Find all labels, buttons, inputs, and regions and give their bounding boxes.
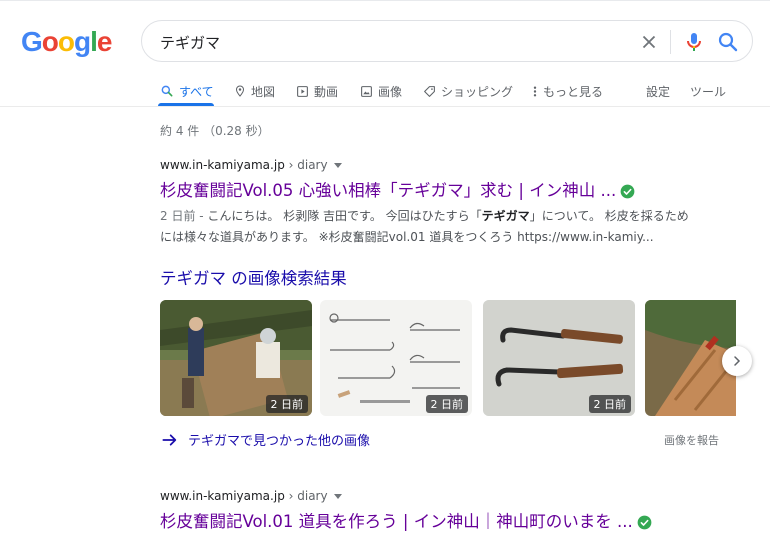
- tab-videos-label: 動画: [314, 84, 339, 99]
- tab-shopping-label: ショッピング: [441, 84, 514, 99]
- tab-images-label: 画像: [378, 84, 403, 99]
- top-border: [0, 0, 770, 1]
- google-logo[interactable]: Google: [21, 26, 113, 58]
- tab-maps-label: 地図: [251, 84, 276, 99]
- snippet-text-pre: こんにちは。 杉剥隊 吉田です。 今回はひたすら「: [207, 209, 482, 223]
- search-box[interactable]: [141, 20, 753, 62]
- search-input[interactable]: [160, 31, 600, 53]
- tag-icon: [424, 85, 435, 97]
- result-stats: 約 4 件 （0.28 秒）: [160, 124, 270, 138]
- tab-tools[interactable]: ツール: [690, 80, 726, 102]
- more-vert-icon: [533, 86, 537, 96]
- carousel-next-button[interactable]: [722, 346, 752, 376]
- tab-settings-label: 設定: [646, 84, 671, 99]
- result-cite[interactable]: www.in-kamiyama.jp › diary: [160, 488, 720, 504]
- verified-check-icon: [637, 515, 652, 529]
- play-icon: [297, 85, 308, 97]
- result-domain: www.in-kamiyama.jp: [160, 489, 285, 503]
- tab-all[interactable]: すべて: [160, 80, 214, 102]
- tab-all-label: すべて: [179, 84, 214, 99]
- result-domain: www.in-kamiyama.jp: [160, 158, 285, 172]
- search-icon[interactable]: [716, 30, 740, 54]
- tabs-divider: [0, 106, 770, 107]
- image-date-badge: 2 日前: [588, 395, 631, 413]
- search-icon: [161, 85, 173, 97]
- image-date-badge: 2 日前: [265, 395, 308, 413]
- arrow-right-icon: [162, 433, 177, 446]
- logo-letter-e: e: [96, 26, 113, 57]
- search-tabs: すべて 地図 動画 画像 ショッピング もっと見る 設定 ツール: [0, 80, 770, 108]
- image-thumbnail[interactable]: 2 日前: [483, 300, 635, 416]
- chevron-right-icon: [734, 356, 741, 366]
- logo-letter-g: G: [21, 26, 43, 57]
- image-carousel: 2 日前 2 日前 2 日前: [160, 300, 736, 416]
- image-thumbnail[interactable]: 2 日前: [160, 300, 312, 416]
- logo-letter-l: l: [90, 26, 98, 57]
- search-result-2: www.in-kamiyama.jp › diary 杉皮奮闘記Vol.01 道…: [160, 488, 720, 534]
- more-images-label: テギガマで見つかった他の画像: [188, 434, 371, 449]
- result-date: 2 日前 -: [160, 209, 208, 223]
- result-path: › diary: [284, 158, 328, 172]
- verified-check-icon: [620, 184, 635, 198]
- microphone-icon[interactable]: [682, 30, 706, 54]
- close-icon[interactable]: [638, 31, 660, 53]
- logo-letter-o1: o: [41, 26, 59, 57]
- tab-more-label: もっと見る: [543, 84, 604, 99]
- result-title-link[interactable]: 杉皮奮闘記Vol.01 道具を作ろう | イン神山｜神山町のいまを ...: [160, 510, 720, 534]
- result-title-link[interactable]: 杉皮奮闘記Vol.05 心強い相棒「テギガマ」求む | イン神山 ...: [160, 179, 720, 203]
- tab-more[interactable]: もっと見る: [532, 80, 603, 102]
- result-snippet: 2 日前 - こんにちは。 杉剥隊 吉田です。 今回はひたすら「テギガマ」につい…: [160, 206, 700, 248]
- tab-shopping[interactable]: ショッピング: [423, 80, 513, 102]
- snippet-highlight: テギガマ: [481, 209, 530, 223]
- result-cite[interactable]: www.in-kamiyama.jp › diary: [160, 157, 720, 173]
- image-icon: [361, 85, 372, 97]
- tab-settings[interactable]: 設定: [646, 80, 670, 102]
- tab-videos[interactable]: 動画: [296, 80, 338, 102]
- result-path: › diary: [284, 489, 328, 503]
- result-title: 杉皮奮闘記Vol.05 心強い相棒「テギガマ」求む | イン神山 ...: [160, 181, 617, 200]
- tab-maps[interactable]: 地図: [234, 80, 275, 102]
- logo-letter-o2: o: [57, 26, 75, 57]
- chevron-down-icon[interactable]: [333, 494, 342, 499]
- image-thumbnail[interactable]: 2 日前: [320, 300, 472, 416]
- report-images-link[interactable]: 画像を報告: [664, 432, 719, 448]
- tab-images[interactable]: 画像: [360, 80, 402, 102]
- search-box-divider: [670, 30, 671, 54]
- image-date-badge: 2 日前: [425, 395, 468, 413]
- more-images-link[interactable]: テギガマで見つかった他の画像: [162, 430, 370, 449]
- map-pin-icon: [235, 85, 245, 97]
- search-result-1: www.in-kamiyama.jp › diary 杉皮奮闘記Vol.05 心…: [160, 157, 720, 248]
- tab-tools-label: ツール: [690, 84, 727, 99]
- result-title: 杉皮奮闘記Vol.01 道具を作ろう | イン神山｜神山町のいまを ...: [160, 512, 633, 531]
- chevron-down-icon[interactable]: [333, 163, 342, 168]
- logo-letter-g2: g: [74, 26, 91, 57]
- image-results-heading[interactable]: テギガマ の画像検索結果: [160, 265, 347, 289]
